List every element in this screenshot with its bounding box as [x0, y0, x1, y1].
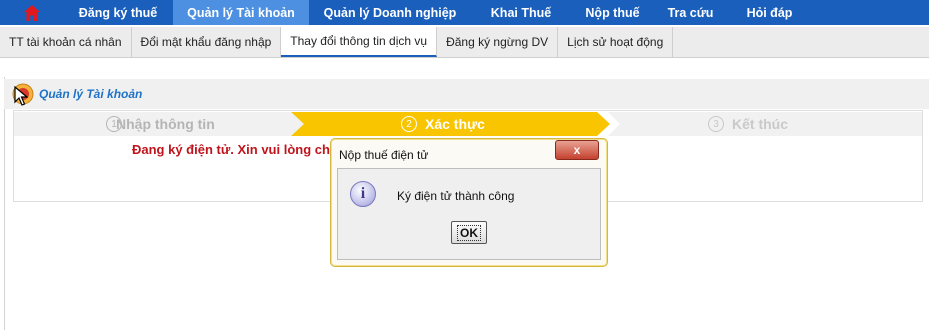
nav-nop-thue[interactable]: Nộp thuế — [571, 0, 654, 25]
tab-tt-tai-khoan-ca-nhan[interactable]: TT tài khoản cá nhân — [0, 27, 132, 57]
home-button[interactable] — [0, 0, 63, 25]
nav-hoi-dap[interactable]: Hỏi đáp — [727, 0, 812, 25]
section-title: Quản lý Tài khoản — [39, 87, 143, 101]
step-3: 3 Kết thúc — [708, 116, 788, 132]
message-dialog: Nộp thuế điện tử x i Ký điện tử thành cô… — [330, 138, 608, 267]
nav-khai-thue[interactable]: Khai Thuế — [471, 0, 571, 25]
progress-steps: 1 Nhập thông tin 2 Xác thực 3 Kết thúc — [14, 112, 922, 136]
step-3-label: Kết thúc — [732, 116, 788, 132]
nav-quan-ly-tai-khoan[interactable]: Quản lý Tài khoản — [173, 0, 309, 25]
section-header: Quản lý Tài khoản — [4, 79, 929, 109]
step-2-label: Xác thực — [425, 116, 485, 132]
step-1-label: Nhập thông tin — [116, 116, 215, 132]
top-navigation: Đăng ký thuế Quản lý Tài khoản Quản lý D… — [0, 0, 929, 25]
step-2-number: 2 — [401, 116, 417, 132]
dialog-body: i Ký điện tử thành công OK — [337, 168, 601, 260]
tab-doi-mat-khau[interactable]: Đổi mật khẩu đăng nhập — [132, 27, 282, 57]
step-2: 2 Xác thực — [401, 116, 485, 132]
dialog-title: Nộp thuế điện tử — [339, 148, 429, 162]
step-1: 1 Nhập thông tin — [106, 116, 215, 132]
close-icon: x — [573, 143, 581, 157]
tab-thay-doi-thong-tin-dich-vu[interactable]: Thay đổi thông tin dịch vụ — [281, 27, 438, 57]
dialog-message: Ký điện tử thành công — [397, 189, 515, 203]
info-icon: i — [350, 181, 376, 207]
ok-button[interactable]: OK — [451, 221, 487, 244]
tab-lich-su-hoat-dong[interactable]: Lịch sử hoạt động — [558, 27, 674, 57]
nav-quan-ly-doanh-nghiep[interactable]: Quản lý Doanh nghiệp — [309, 0, 471, 25]
step-3-number: 3 — [708, 116, 724, 132]
ok-button-label: OK — [457, 224, 481, 241]
nav-tra-cuu[interactable]: Tra cứu — [654, 0, 727, 25]
tab-dang-ky-ngung-dv[interactable]: Đăng ký ngừng DV — [437, 27, 559, 57]
mouse-cursor-icon — [14, 86, 28, 106]
dialog-close-button[interactable]: x — [555, 140, 599, 160]
nav-dang-ky-thue[interactable]: Đăng ký thuế — [63, 0, 173, 25]
signing-status-message: Đang ký điện tử. Xin vui lòng ch — [132, 142, 330, 157]
sub-navigation: TT tài khoản cá nhân Đổi mật khẩu đăng n… — [0, 27, 929, 58]
home-icon — [23, 4, 40, 21]
